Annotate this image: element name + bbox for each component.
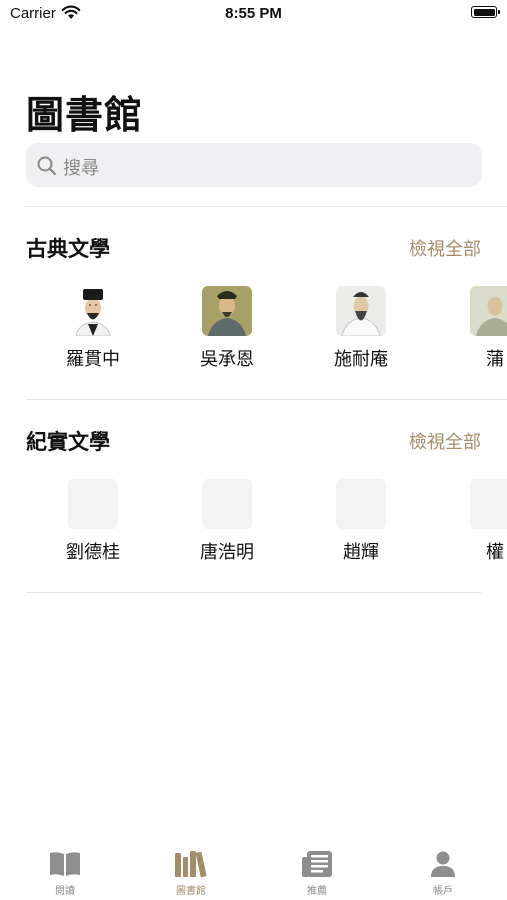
author-name: 劉德桂: [66, 542, 120, 563]
view-all-nonfiction-button[interactable]: 檢視全部: [409, 428, 481, 454]
tab-account[interactable]: 帳戶: [388, 848, 498, 897]
section-title-nonfiction: 紀實文學: [26, 430, 110, 454]
classical-author-row: 羅貫中 吳承恩 施耐庵 蒲: [26, 286, 507, 386]
author-item[interactable]: 羅貫中: [26, 286, 160, 371]
author-portrait-icon: [68, 286, 118, 336]
view-all-classical-button[interactable]: 檢視全部: [409, 235, 481, 261]
tab-reading[interactable]: 閱讀: [10, 848, 120, 897]
divider: [26, 592, 481, 593]
tab-label: 帳戶: [433, 886, 453, 897]
book-icon: [10, 848, 120, 880]
author-item[interactable]: 權: [428, 479, 507, 564]
tab-label: 推薦: [307, 886, 327, 897]
library-icon: [136, 848, 246, 880]
author-item[interactable]: 蒲: [428, 286, 507, 371]
author-portrait-icon: [202, 286, 252, 336]
author-placeholder-thumb: [68, 479, 118, 529]
author-portrait-icon: [470, 286, 507, 336]
person-icon: [388, 848, 498, 880]
tab-label: 圖書館: [176, 886, 206, 897]
divider: [26, 399, 507, 400]
author-name: 權: [486, 542, 504, 563]
author-item[interactable]: 唐浩明: [160, 479, 294, 564]
status-bar: Carrier 8:55 PM: [0, 0, 507, 28]
tab-recommend[interactable]: 推薦: [262, 848, 372, 897]
news-icon: [262, 848, 372, 880]
tab-label: 閱讀: [55, 886, 75, 897]
author-name: 蒲: [486, 349, 504, 370]
search-placeholder: 搜尋: [63, 158, 99, 179]
author-name: 羅貫中: [66, 349, 120, 370]
author-name: 施耐庵: [334, 349, 388, 370]
search-icon: [36, 155, 58, 181]
battery-icon: [471, 6, 500, 18]
section-title-classical: 古典文學: [26, 237, 110, 261]
author-item[interactable]: 趙輝: [294, 479, 428, 564]
author-placeholder-thumb: [470, 479, 507, 529]
author-name: 唐浩明: [200, 542, 254, 563]
author-placeholder-thumb: [202, 479, 252, 529]
tab-library[interactable]: 圖書館: [136, 848, 246, 897]
search-input[interactable]: 搜尋: [26, 143, 482, 187]
page-title: 圖書館: [26, 93, 144, 137]
author-item[interactable]: 吳承恩: [160, 286, 294, 371]
nonfiction-author-row: 劉德桂 唐浩明 趙輝 權: [26, 479, 507, 579]
author-item[interactable]: 劉德桂: [26, 479, 160, 564]
author-name: 趙輝: [343, 542, 379, 563]
divider: [26, 206, 507, 207]
author-item[interactable]: 施耐庵: [294, 286, 428, 371]
author-portrait-icon: [336, 286, 386, 336]
author-name: 吳承恩: [200, 349, 254, 370]
clock: 8:55 PM: [225, 5, 282, 22]
author-placeholder-thumb: [336, 479, 386, 529]
